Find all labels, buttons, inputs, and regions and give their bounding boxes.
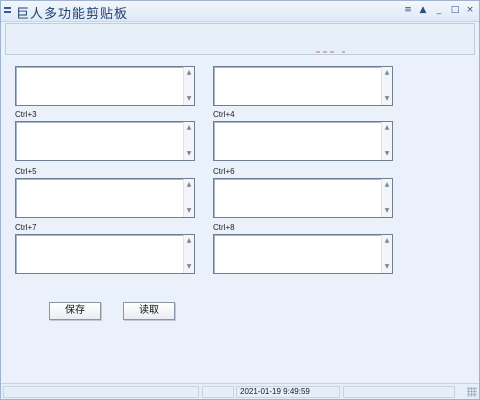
slot-label-ctrl5: Ctrl+5 — [15, 167, 37, 176]
slot-label-ctrl3: Ctrl+3 — [15, 110, 37, 119]
slot-label-ctrl7: Ctrl+7 — [15, 223, 37, 232]
minimize-button[interactable]: _ — [432, 4, 446, 17]
scroll-down-icon[interactable]: ▼ — [184, 262, 194, 272]
scrollbar[interactable]: ▲ ▼ — [183, 122, 194, 160]
scroll-down-icon[interactable]: ▼ — [184, 94, 194, 104]
decorative-mark — [342, 51, 345, 53]
menu-icon[interactable]: ≡ — [401, 4, 415, 17]
save-button[interactable]: 保存 — [49, 302, 101, 320]
clipboard-slot-6[interactable]: ▲ ▼ — [213, 178, 393, 218]
scroll-down-icon[interactable]: ▼ — [382, 94, 392, 104]
slot-label-ctrl6: Ctrl+6 — [213, 167, 235, 176]
status-cell-indicator — [202, 386, 234, 398]
decorative-mark — [330, 51, 334, 53]
rollup-icon[interactable]: ▲ — [416, 4, 430, 17]
decorative-mark — [323, 51, 327, 53]
clipboard-slot-1[interactable]: ▲ ▼ — [15, 66, 195, 106]
scrollbar[interactable]: ▲ ▼ — [381, 179, 392, 217]
clipboard-slot-4[interactable]: ▲ ▼ — [213, 121, 393, 161]
maximize-button[interactable]: □ — [448, 4, 462, 17]
scroll-up-icon[interactable]: ▲ — [382, 68, 392, 78]
clipboard-slot-5[interactable]: ▲ ▼ — [15, 178, 195, 218]
slot-label-ctrl8: Ctrl+8 — [213, 223, 235, 232]
header-panel — [5, 23, 475, 55]
scroll-up-icon[interactable]: ▲ — [184, 68, 194, 78]
scroll-down-icon[interactable]: ▼ — [184, 149, 194, 159]
scroll-up-icon[interactable]: ▲ — [184, 236, 194, 246]
scrollbar[interactable]: ▲ ▼ — [381, 67, 392, 105]
scroll-up-icon[interactable]: ▲ — [382, 180, 392, 190]
status-bar: 2021-01-19 9:49:59 — [1, 383, 479, 399]
title-bar[interactable]: 巨人多功能剪贴板 ≡ ▲ _ □ × — [1, 1, 479, 22]
load-button[interactable]: 读取 — [123, 302, 175, 320]
app-window: 巨人多功能剪贴板 ≡ ▲ _ □ × ▲ ▼ ▲ ▼ Ctrl+3 Ctrl+4… — [0, 0, 480, 400]
scrollbar[interactable]: ▲ ▼ — [183, 67, 194, 105]
scroll-down-icon[interactable]: ▼ — [382, 206, 392, 216]
resize-grip-icon[interactable] — [467, 387, 477, 397]
scroll-down-icon[interactable]: ▼ — [184, 206, 194, 216]
scroll-up-icon[interactable]: ▲ — [184, 180, 194, 190]
scrollbar[interactable]: ▲ ▼ — [381, 122, 392, 160]
clipboard-slot-8[interactable]: ▲ ▼ — [213, 234, 393, 274]
close-button[interactable]: × — [463, 4, 477, 17]
window-title: 巨人多功能剪贴板 — [16, 7, 129, 22]
scroll-down-icon[interactable]: ▼ — [382, 262, 392, 272]
system-menu-icon[interactable] — [4, 7, 11, 13]
status-datetime: 2021-01-19 9:49:59 — [236, 386, 340, 398]
scroll-up-icon[interactable]: ▲ — [382, 123, 392, 133]
scrollbar[interactable]: ▲ ▼ — [183, 179, 194, 217]
scrollbar[interactable]: ▲ ▼ — [183, 235, 194, 273]
status-cell-extra — [343, 386, 455, 398]
scroll-down-icon[interactable]: ▼ — [382, 149, 392, 159]
scroll-up-icon[interactable]: ▲ — [382, 236, 392, 246]
decorative-mark — [316, 51, 320, 53]
clipboard-slot-2[interactable]: ▲ ▼ — [213, 66, 393, 106]
clipboard-slot-3[interactable]: ▲ ▼ — [15, 121, 195, 161]
slot-label-ctrl4: Ctrl+4 — [213, 110, 235, 119]
scrollbar[interactable]: ▲ ▼ — [381, 235, 392, 273]
status-cell-main — [3, 386, 199, 398]
clipboard-slot-7[interactable]: ▲ ▼ — [15, 234, 195, 274]
scroll-up-icon[interactable]: ▲ — [184, 123, 194, 133]
